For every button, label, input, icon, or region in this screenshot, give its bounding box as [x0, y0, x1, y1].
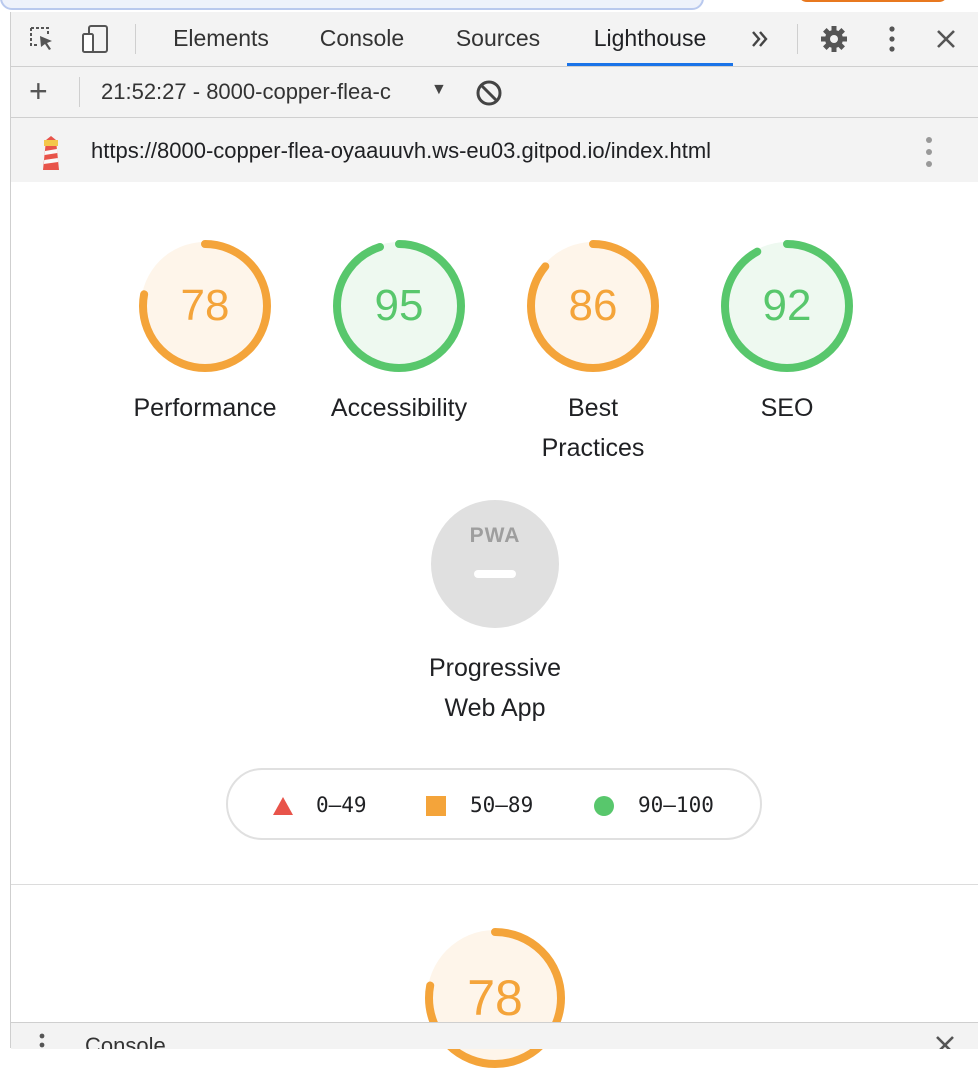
- section-divider: [11, 884, 978, 885]
- score-legend: 0–49 50–89 90–100: [226, 768, 762, 840]
- score-label-line: Practices: [541, 434, 645, 462]
- kebab-icon[interactable]: [877, 24, 907, 54]
- gear-icon[interactable]: [819, 24, 849, 54]
- browser-action-button[interactable]: [798, 0, 948, 2]
- report-selector[interactable]: 21:52:27 - 8000-copper-flea-c: [101, 79, 391, 105]
- device-toolbar-icon[interactable]: [81, 24, 111, 54]
- score-label: Performance: [115, 388, 295, 428]
- score-label: Accessibility: [309, 388, 489, 428]
- pwa-label-line: Progressive: [429, 654, 561, 682]
- report-url-bar: https://8000-copper-flea-oyaauuvh.ws-eu0…: [11, 118, 978, 182]
- square-icon: [426, 796, 446, 816]
- devtools-main-toolbar: Elements Console Sources Lighthouse: [11, 12, 978, 67]
- toolbar-separator: [135, 24, 136, 54]
- close-icon[interactable]: [931, 24, 961, 54]
- pwa-badge[interactable]: PWA: [431, 500, 559, 628]
- block-icon[interactable]: [475, 79, 503, 107]
- legend-range-average: 50–89: [470, 793, 534, 817]
- legend-range-fail: 0–49: [316, 793, 367, 817]
- legend-triangle-shape: [273, 797, 293, 815]
- circle-icon: [594, 796, 614, 816]
- pwa-label: Progressive Web App: [405, 648, 585, 728]
- tab-console[interactable]: Console: [305, 12, 419, 66]
- inspect-element-icon[interactable]: [27, 24, 57, 54]
- drawer-close-icon[interactable]: [931, 1031, 959, 1049]
- score-value: 92: [762, 281, 812, 330]
- tab-sources[interactable]: Sources: [441, 12, 555, 66]
- tab-elements[interactable]: Elements: [161, 12, 281, 66]
- score-label-line: SEO: [760, 394, 814, 422]
- lighthouse-icon: [37, 136, 65, 170]
- score-value: 95: [374, 281, 424, 330]
- score-value: 86: [568, 281, 618, 330]
- console-drawer: Console: [11, 1022, 978, 1049]
- score-label-line: Accessibility: [330, 394, 468, 422]
- score-label: SEO: [697, 388, 877, 428]
- chevron-down-icon[interactable]: ▼: [431, 81, 447, 99]
- toolbar-separator: [79, 77, 80, 107]
- report-url[interactable]: https://8000-copper-flea-oyaauuvh.ws-eu0…: [91, 138, 711, 164]
- drawer-menu-kebab-icon[interactable]: [39, 1033, 45, 1049]
- legend-range-pass: 90–100: [638, 793, 714, 817]
- score-label-line: Best: [567, 394, 619, 422]
- pwa-dash-icon: [474, 570, 516, 578]
- plus-icon[interactable]: +: [29, 75, 48, 107]
- lighthouse-report-toolbar: + 21:52:27 - 8000-copper-flea-c ▼: [11, 67, 978, 118]
- browser-chrome-strip: [0, 0, 978, 12]
- score-value: 78: [180, 281, 230, 330]
- report-menu-kebab-icon[interactable]: [919, 134, 939, 170]
- toolbar-separator: [797, 24, 798, 54]
- devtools-panel: Elements Console Sources Lighthouse + 21…: [10, 12, 978, 1068]
- triangle-icon: [273, 797, 293, 815]
- score-label-line: Performance: [133, 394, 277, 422]
- tab-lighthouse[interactable]: Lighthouse: [567, 12, 733, 66]
- pwa-label-line: Web App: [444, 694, 546, 722]
- address-bar-edge: [0, 0, 704, 10]
- drawer-tab-console[interactable]: Console: [85, 1033, 166, 1049]
- score-label: Best Practices: [503, 388, 683, 468]
- pwa-badge-label: PWA: [469, 524, 521, 547]
- chevron-double-right-icon[interactable]: [745, 24, 775, 54]
